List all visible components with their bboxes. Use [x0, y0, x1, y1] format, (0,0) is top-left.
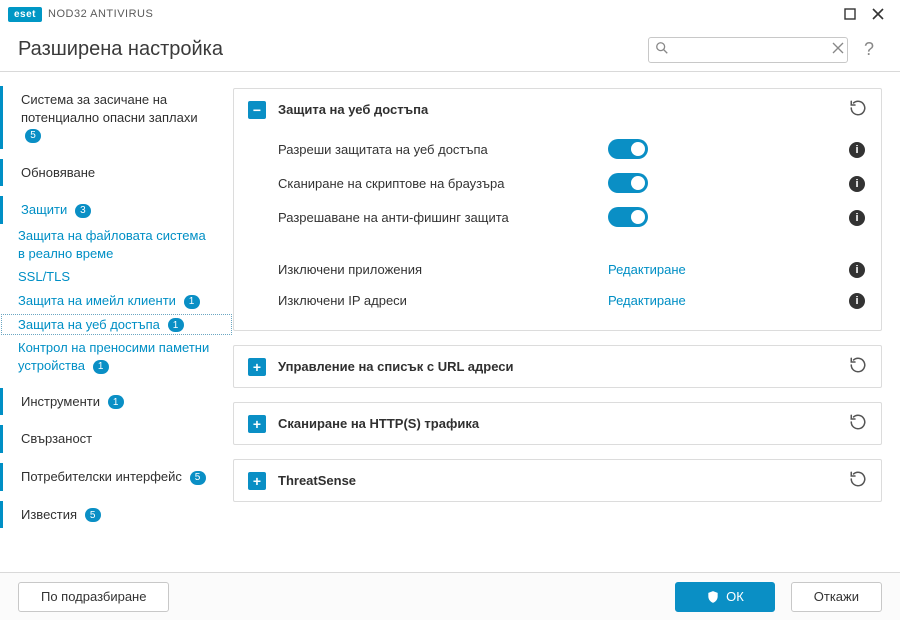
sidebar-item-label: Известия — [21, 507, 77, 522]
sidebar-item-protections[interactable]: Защити 3 — [0, 196, 233, 224]
page-title: Разширена настройка — [18, 38, 223, 61]
collapse-icon: − — [248, 101, 266, 119]
panel-header[interactable]: + ThreatSense — [234, 460, 881, 501]
sidebar-item-threat-detection[interactable]: Система за засичане на потенциално опасн… — [0, 86, 233, 149]
sidebar-sub-web-access[interactable]: Защита на уеб достъпа 1 — [0, 313, 233, 337]
search-box[interactable] — [648, 37, 848, 63]
sidebar-item-badge: 1 — [93, 360, 109, 374]
search-input[interactable] — [673, 43, 828, 57]
panel-header[interactable]: + Сканиране на HTTP(S) трафика — [234, 403, 881, 444]
sidebar-item-notifications[interactable]: Известия 5 — [0, 501, 233, 529]
sidebar: Система за засичане на потенциално опасн… — [0, 72, 233, 572]
cancel-button[interactable]: Откажи — [791, 582, 882, 612]
panel-revert-icon[interactable] — [849, 470, 867, 491]
clear-search-icon[interactable] — [832, 42, 844, 57]
setting-label: Разреши защитата на уеб достъпа — [278, 142, 608, 157]
info-icon[interactable]: i — [847, 209, 867, 226]
ok-button-label: ОК — [726, 589, 744, 604]
panel-header[interactable]: + Управление на списък с URL адреси — [234, 346, 881, 387]
sidebar-item-tools[interactable]: Инструменти 1 — [0, 388, 233, 416]
ok-button[interactable]: ОК — [675, 582, 775, 612]
sidebar-item-label: Обновяване — [21, 165, 95, 180]
setting-row-excluded-ips: Изключени IP адреси Редактиране i — [248, 285, 867, 316]
toggle-enable-web[interactable] — [608, 139, 648, 159]
panel-url-list: + Управление на списък с URL адреси — [233, 345, 882, 388]
info-icon[interactable]: i — [847, 292, 867, 309]
sidebar-item-badge: 3 — [75, 204, 91, 218]
help-icon[interactable]: ? — [856, 39, 882, 60]
sidebar-item-label: Защита на имейл клиенти — [18, 293, 176, 308]
sidebar-item-badge: 5 — [190, 471, 206, 485]
sidebar-item-label: Защита на уеб достъпа — [18, 317, 160, 332]
sidebar-item-label: SSL/TLS — [18, 269, 70, 284]
expand-icon: + — [248, 415, 266, 433]
sidebar-sub-removable-media[interactable]: Контрол на преносими паметни устройства … — [0, 336, 233, 377]
main-content: − Защита на уеб достъпа Разреши защитата… — [233, 72, 900, 572]
sidebar-item-label: Контрол на преносими паметни устройства — [18, 340, 209, 373]
setting-label: Изключени IP адреси — [278, 293, 608, 308]
panel-http-scanning: + Сканиране на HTTP(S) трафика — [233, 402, 882, 445]
sidebar-item-ui[interactable]: Потребителски интерфейс 5 — [0, 463, 233, 491]
setting-label: Изключени приложения — [278, 262, 608, 277]
sidebar-item-label: Свързаност — [21, 431, 92, 446]
setting-label: Сканиране на скриптове на браузъра — [278, 176, 608, 191]
sidebar-sub-ssl-tls[interactable]: SSL/TLS — [0, 265, 233, 289]
sidebar-item-connectivity[interactable]: Свързаност — [0, 425, 233, 453]
panel-revert-icon[interactable] — [849, 99, 867, 120]
edit-excluded-ips-link[interactable]: Редактиране — [608, 293, 686, 308]
toggle-antiphishing[interactable] — [608, 207, 648, 227]
panel-title: ThreatSense — [278, 473, 356, 488]
sidebar-item-label: Система за засичане на потенциално опасн… — [21, 92, 198, 125]
sidebar-item-label: Защита на файловата система в реално вре… — [18, 228, 206, 261]
info-icon[interactable]: i — [847, 175, 867, 192]
setting-row-excluded-apps: Изключени приложения Редактиране i — [248, 254, 867, 285]
sidebar-item-badge: 1 — [184, 295, 200, 309]
sidebar-item-label: Потребителски интерфейс — [21, 469, 182, 484]
panel-title: Сканиране на HTTP(S) трафика — [278, 416, 479, 431]
window-maximize-icon[interactable] — [836, 3, 864, 25]
search-icon — [655, 41, 669, 58]
expand-icon: + — [248, 472, 266, 490]
brand-logo: eset — [8, 7, 42, 22]
product-name: NOD32 ANTIVIRUS — [48, 8, 153, 20]
info-icon[interactable]: i — [847, 261, 867, 278]
panel-title: Защита на уеб достъпа — [278, 102, 428, 117]
sidebar-overflow-indicator — [0, 538, 233, 546]
panel-revert-icon[interactable] — [849, 413, 867, 434]
sidebar-item-badge: 1 — [108, 395, 124, 409]
panel-web-access: − Защита на уеб достъпа Разреши защитата… — [233, 88, 882, 331]
window-close-icon[interactable] — [864, 3, 892, 25]
setting-row-enable-web: Разреши защитата на уеб достъпа i — [248, 132, 867, 166]
sidebar-item-update[interactable]: Обновяване — [0, 159, 233, 187]
sidebar-item-badge: 1 — [168, 318, 184, 332]
panel-header[interactable]: − Защита на уеб достъпа — [234, 89, 881, 130]
panel-revert-icon[interactable] — [849, 356, 867, 377]
sidebar-item-badge: 5 — [25, 129, 41, 143]
panel-threatsense: + ThreatSense — [233, 459, 882, 502]
sidebar-sub-realtime-fs[interactable]: Защита на файловата система в реално вре… — [0, 224, 233, 265]
sidebar-sub-email[interactable]: Защита на имейл клиенти 1 — [0, 289, 233, 313]
toggle-browser-scripts[interactable] — [608, 173, 648, 193]
expand-icon: + — [248, 358, 266, 376]
panel-title: Управление на списък с URL адреси — [278, 359, 514, 374]
sidebar-item-label: Защити — [21, 202, 67, 217]
info-icon[interactable]: i — [847, 141, 867, 158]
setting-row-browser-scripts: Сканиране на скриптове на браузъра i — [248, 166, 867, 200]
edit-excluded-apps-link[interactable]: Редактиране — [608, 262, 686, 277]
sidebar-item-badge: 5 — [85, 508, 101, 522]
setting-label: Разрешаване на анти-фишинг защита — [278, 210, 608, 225]
sidebar-item-label: Инструменти — [21, 394, 100, 409]
setting-row-antiphishing: Разрешаване на анти-фишинг защита i — [248, 200, 867, 234]
defaults-button[interactable]: По подразбиране — [18, 582, 169, 612]
shield-icon — [706, 590, 720, 604]
